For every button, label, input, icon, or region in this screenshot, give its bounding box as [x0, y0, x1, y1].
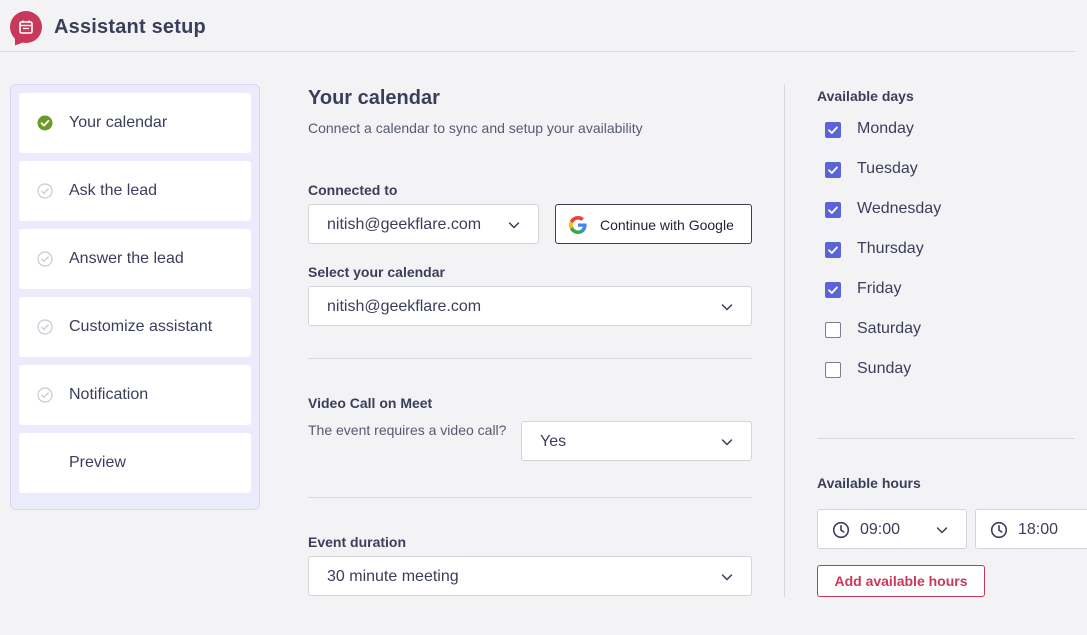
day-checkbox[interactable] — [825, 282, 841, 298]
checkmark-icon — [828, 126, 838, 134]
start-time-select[interactable]: 09:00 — [817, 509, 967, 549]
check-circle-filled-icon — [37, 115, 53, 131]
checkmark-icon — [828, 286, 838, 294]
day-label: Friday — [857, 280, 902, 297]
checkmark-icon — [828, 206, 838, 214]
end-time-select[interactable]: 18:00 — [975, 509, 1087, 549]
page-header: Assistant setup — [0, 0, 1075, 52]
day-checkbox[interactable] — [825, 162, 841, 178]
available-days-label: Available days — [817, 88, 914, 104]
check-circle-outline-icon — [37, 183, 53, 199]
day-label: Saturday — [857, 320, 922, 337]
section-subtitle: Connect a calendar to sync and setup you… — [308, 120, 643, 136]
video-call-label: Video Call on Meet — [308, 395, 433, 411]
step-label: Customize assistant — [69, 318, 213, 335]
check-circle-outline-icon — [37, 319, 53, 335]
day-checkbox[interactable] — [825, 122, 841, 138]
step-label: Notification — [69, 386, 149, 403]
setup-stepper: Your calendar Ask the lead Answer the le… — [10, 84, 260, 510]
column-divider — [784, 84, 785, 597]
chevron-down-icon — [721, 304, 733, 311]
chevron-down-icon — [721, 439, 733, 446]
day-label: Monday — [857, 120, 914, 137]
step-answer-the-lead[interactable]: Answer the lead — [19, 229, 251, 289]
select-value: Yes — [540, 433, 567, 450]
checkmark-icon — [828, 166, 838, 174]
chevron-down-icon — [508, 222, 520, 229]
step-customize-assistant[interactable]: Customize assistant — [19, 297, 251, 357]
chevron-down-icon — [721, 574, 733, 581]
clock-icon — [832, 521, 850, 539]
video-call-help-text: The event requires a video call? — [308, 422, 507, 438]
video-call-select[interactable]: Yes — [521, 421, 752, 461]
check-circle-outline-icon — [37, 387, 53, 403]
divider — [817, 438, 1075, 439]
divider — [308, 497, 752, 498]
select-calendar-label: Select your calendar — [308, 264, 445, 280]
step-notification[interactable]: Notification — [19, 365, 251, 425]
page-title: Assistant setup — [54, 16, 206, 38]
step-label: Your calendar — [69, 114, 168, 131]
continue-with-google-button[interactable]: Continue with Google — [555, 204, 752, 244]
event-duration-label: Event duration — [308, 534, 407, 550]
google-button-label: Continue with Google — [600, 217, 734, 233]
step-preview[interactable]: Preview — [19, 433, 251, 493]
available-hours-label: Available hours — [817, 475, 921, 491]
day-checkbox[interactable] — [825, 242, 841, 258]
step-label: Preview — [69, 454, 126, 471]
time-value: 09:00 — [860, 521, 901, 538]
chevron-down-icon — [936, 527, 948, 534]
google-icon — [569, 216, 587, 234]
day-checkbox[interactable] — [825, 322, 841, 338]
day-label: Tuesday — [857, 160, 918, 177]
checkmark-icon — [828, 246, 838, 254]
calendar-icon — [10, 11, 42, 43]
step-your-calendar[interactable]: Your calendar — [19, 93, 251, 153]
calendar-select[interactable]: nitish@geekflare.com — [308, 286, 752, 326]
time-value: 18:00 — [1018, 521, 1059, 538]
day-label: Sunday — [857, 360, 912, 377]
connected-to-label: Connected to — [308, 182, 398, 198]
day-label: Wednesday — [857, 200, 942, 217]
clock-icon — [990, 521, 1008, 539]
day-checkbox[interactable] — [825, 362, 841, 378]
step-ask-the-lead[interactable]: Ask the lead — [19, 161, 251, 221]
select-value: 30 minute meeting — [327, 568, 459, 585]
event-duration-select[interactable]: 30 minute meeting — [308, 556, 752, 596]
add-available-hours-button[interactable]: Add available hours — [817, 565, 985, 597]
day-label: Thursday — [857, 240, 924, 257]
section-title: Your calendar — [308, 87, 440, 109]
select-value: nitish@geekflare.com — [327, 298, 482, 315]
step-label: Answer the lead — [69, 250, 184, 267]
connected-account-select[interactable]: nitish@geekflare.com — [308, 204, 539, 244]
step-label: Ask the lead — [69, 182, 158, 199]
check-circle-outline-icon — [37, 251, 53, 267]
day-checkbox[interactable] — [825, 202, 841, 218]
select-value: nitish@geekflare.com — [327, 216, 482, 233]
divider — [308, 358, 752, 359]
